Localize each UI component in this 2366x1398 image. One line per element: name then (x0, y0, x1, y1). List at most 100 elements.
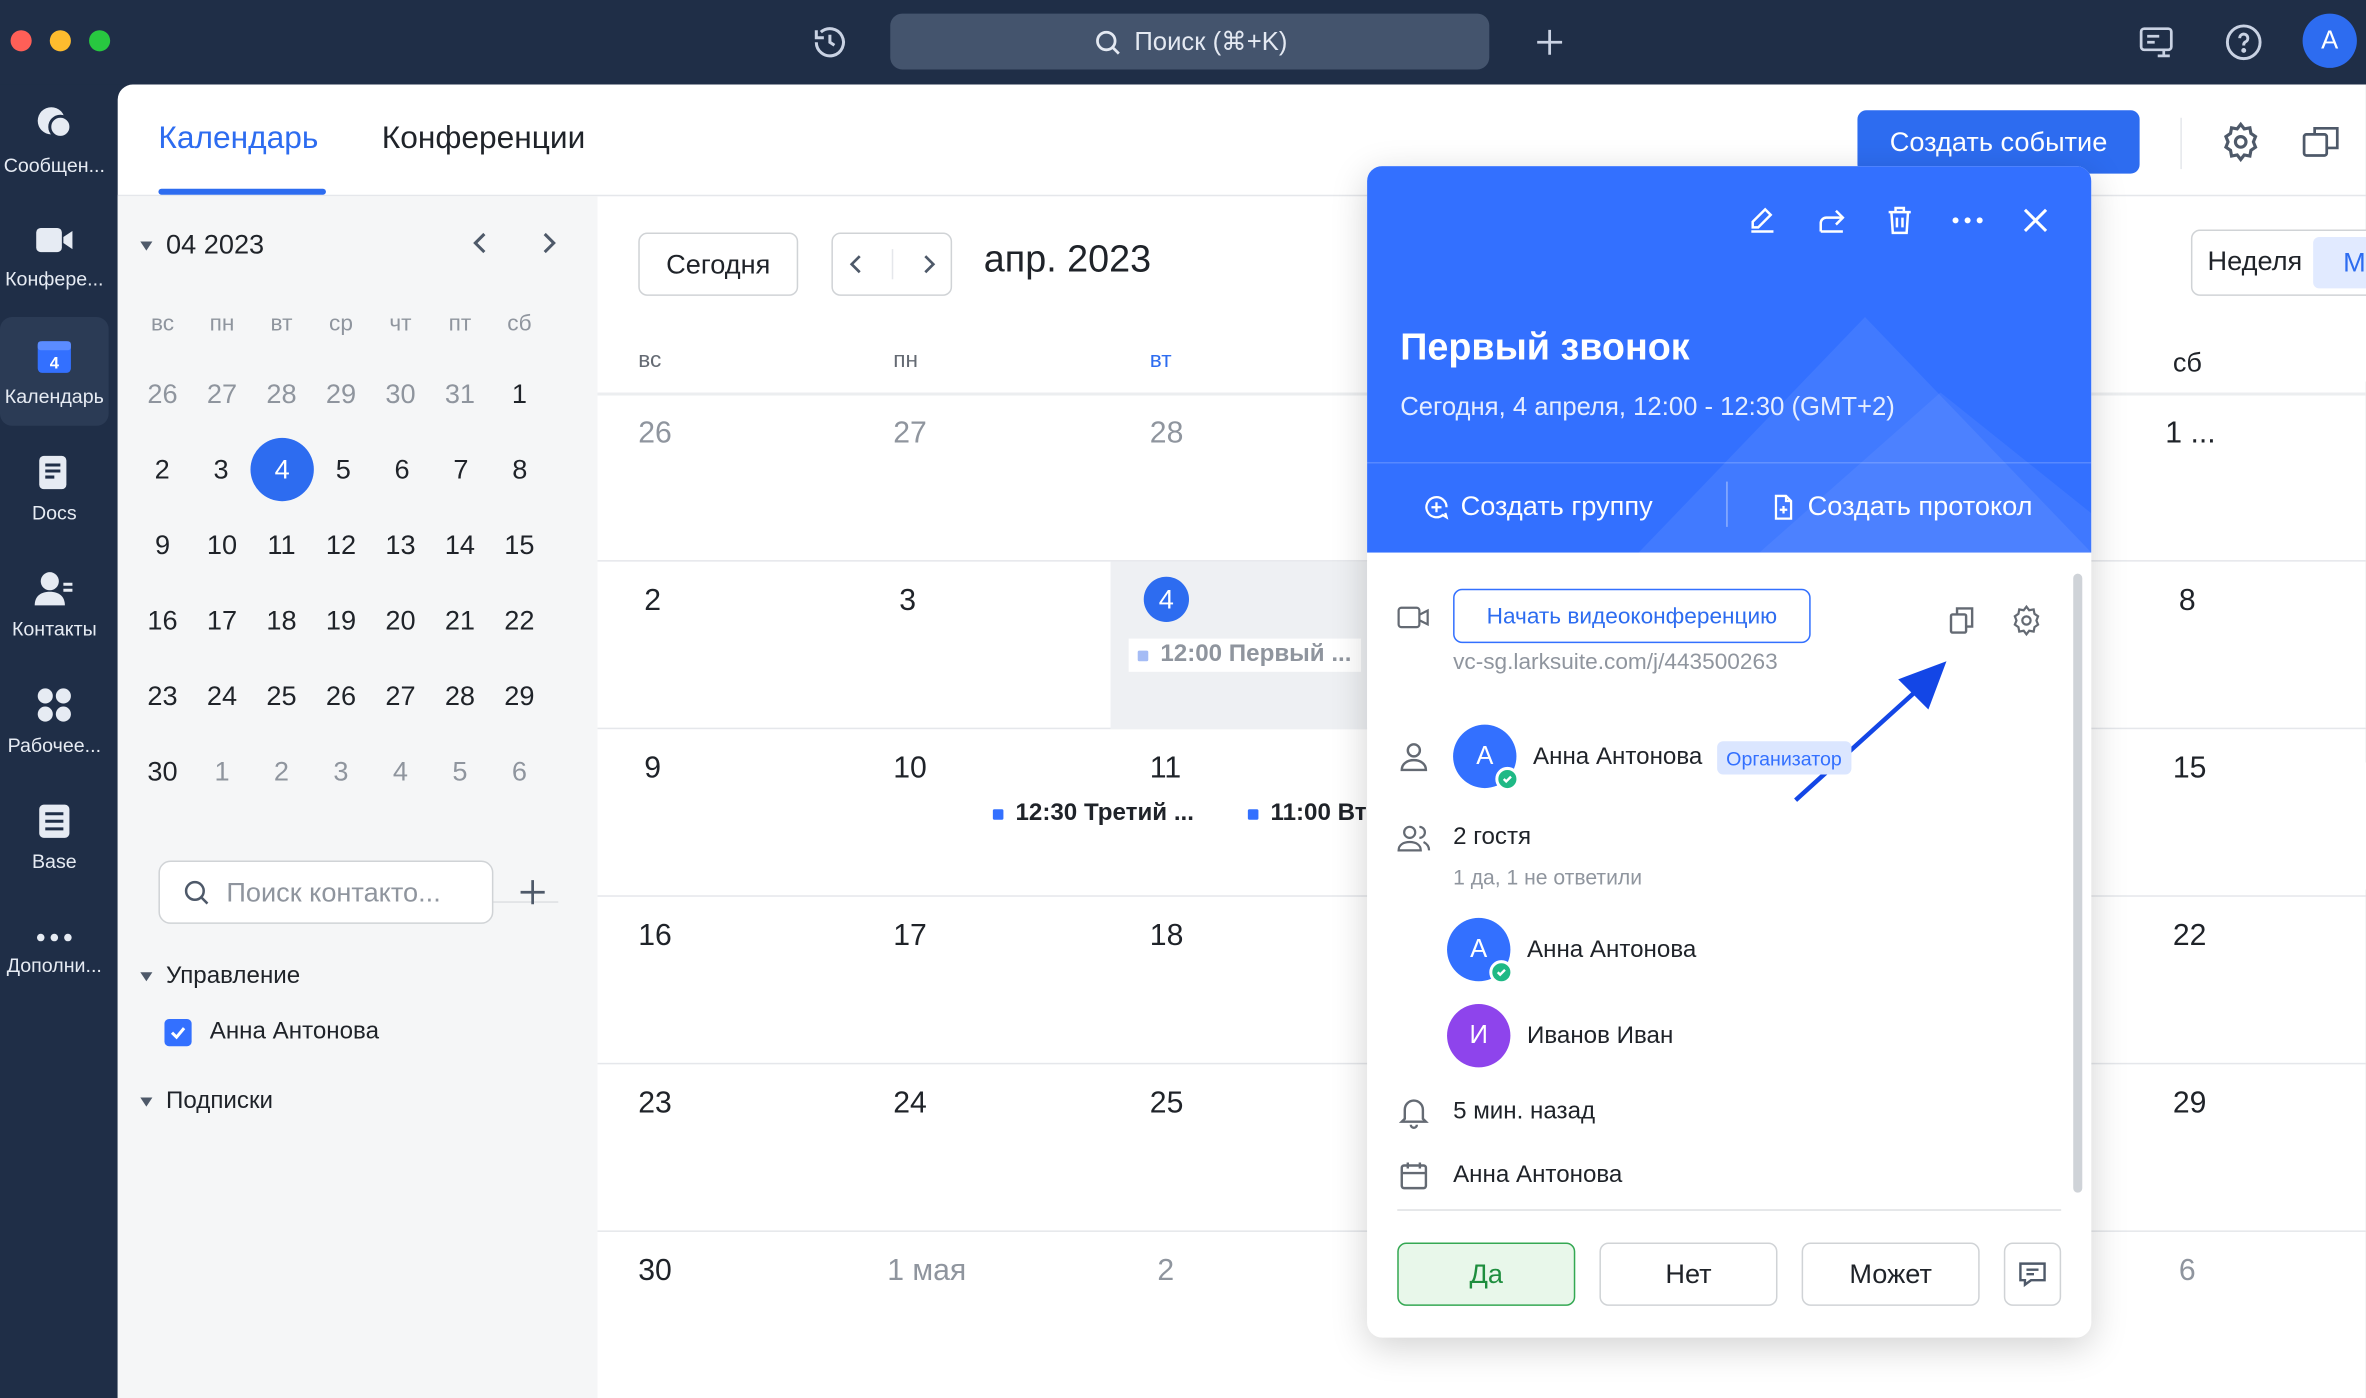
more-options-icon[interactable] (1946, 199, 1988, 241)
day-number[interactable]: 9 (644, 752, 661, 787)
my-calendar-item[interactable]: Анна Антонова (164, 1019, 379, 1047)
mini-calendar-header[interactable]: 04 2023 (139, 229, 264, 261)
maximize-window-button[interactable] (89, 30, 111, 52)
create-event-button[interactable]: Создать событие (1857, 110, 2140, 174)
view-week-tab[interactable]: Неделя (2208, 246, 2303, 278)
rsvp-comment-button[interactable] (2003, 1242, 2062, 1306)
mini-day[interactable]: 29 (311, 378, 370, 410)
mini-day[interactable]: 19 (311, 605, 370, 637)
open-window-icon[interactable] (2301, 124, 2340, 168)
mini-day[interactable]: 11 (252, 529, 311, 561)
edit-icon[interactable] (1741, 199, 1783, 241)
guests-count[interactable]: 2 гостя (1453, 824, 1531, 851)
help-icon[interactable] (2220, 18, 2268, 66)
day-number[interactable]: 1 мая (887, 1255, 966, 1290)
copy-link-icon[interactable] (1946, 605, 1976, 643)
day-number[interactable]: 25 (1150, 1087, 1184, 1122)
mini-day[interactable]: 4 (371, 756, 430, 788)
mini-calendar-prev-button[interactable] (468, 229, 495, 264)
chevron-left-icon[interactable] (844, 252, 868, 276)
day-number[interactable]: 2 (1157, 1255, 1174, 1290)
day-number[interactable]: 15 (2173, 752, 2207, 787)
mini-day[interactable]: 1 (490, 378, 549, 410)
day-number[interactable]: 24 (893, 1087, 927, 1122)
day-number[interactable]: 10 (893, 752, 927, 787)
chevron-right-icon[interactable] (915, 252, 939, 276)
mini-day[interactable]: 1 (192, 756, 251, 788)
mini-day[interactable]: 24 (192, 680, 251, 712)
mini-day[interactable]: 30 (133, 756, 192, 788)
user-avatar[interactable]: А (2302, 13, 2357, 68)
contact-search-input[interactable]: Поиск контакто... (158, 860, 494, 924)
day-number[interactable]: 26 (638, 417, 672, 452)
mini-day[interactable]: 15 (490, 529, 549, 561)
organizer-avatar[interactable]: А (1453, 724, 1520, 792)
mini-calendar-next-button[interactable] (534, 229, 561, 264)
mini-day[interactable]: 30 (371, 378, 430, 410)
calendar-event[interactable]: 12:00 Первый ... (1128, 638, 1361, 672)
my-calendar-checkbox[interactable] (164, 1019, 192, 1047)
view-month-tab[interactable]: Месяц (2313, 237, 2366, 289)
guest-avatar[interactable]: А (1447, 917, 1514, 985)
video-conference-link[interactable]: vc-sg.larksuite.com/j/443500263 (1453, 649, 1778, 675)
day-number[interactable]: 6 (2179, 1255, 2196, 1290)
mini-day[interactable]: 13 (371, 529, 430, 561)
day-number[interactable]: 1 ... (2165, 417, 2215, 452)
mini-day[interactable]: 29 (490, 680, 549, 712)
day-number[interactable]: 17 (893, 919, 927, 954)
minimize-window-button[interactable] (49, 30, 71, 52)
mini-day[interactable]: 16 (133, 605, 192, 637)
subscriptions-section-toggle[interactable]: Подписки (139, 1088, 273, 1115)
create-group-button[interactable]: Создать группу (1421, 491, 1653, 523)
create-minutes-button[interactable]: Создать протокол (1768, 491, 2033, 523)
mini-day[interactable]: 8 (490, 454, 549, 486)
day-number[interactable]: 2 (644, 584, 661, 619)
popup-scrollbar[interactable] (2073, 573, 2083, 1193)
mini-day[interactable]: 22 (490, 605, 549, 637)
nav-calendar[interactable]: 4 Календарь (0, 317, 109, 426)
mini-day[interactable]: 23 (133, 680, 192, 712)
mini-day[interactable]: 17 (192, 605, 251, 637)
mini-day[interactable]: 5 (314, 454, 373, 486)
day-number[interactable]: 28 (1150, 417, 1184, 452)
mini-day[interactable]: 5 (430, 756, 489, 788)
mini-day[interactable]: 28 (430, 680, 489, 712)
rsvp-maybe-button[interactable]: Может (1801, 1242, 1980, 1306)
add-icon[interactable] (1525, 18, 1573, 66)
history-icon[interactable] (806, 18, 854, 66)
day-number[interactable]: 29 (2173, 1087, 2207, 1122)
day-number[interactable]: 3 (899, 584, 916, 619)
nav-more[interactable]: Дополни... (0, 898, 109, 1007)
nav-docs[interactable]: Docs (0, 433, 109, 542)
tab-calendar[interactable]: Календарь (158, 121, 318, 157)
guest-avatar[interactable]: И (1447, 1003, 1511, 1068)
mini-day[interactable]: 27 (192, 378, 251, 410)
start-video-conference-button[interactable]: Начать видеоконференцию (1453, 588, 1811, 644)
tab-conferences[interactable]: Конференции (382, 121, 586, 157)
day-number[interactable]: 16 (638, 919, 672, 954)
day-number[interactable]: 18 (1150, 919, 1184, 954)
global-search[interactable]: Поиск (⌘+K) (890, 13, 1490, 70)
mini-day[interactable]: 10 (192, 529, 251, 561)
today-day-number[interactable]: 4 (1143, 576, 1190, 622)
calendar-event[interactable]: 12:30 Третий ... (992, 800, 1194, 827)
day-number[interactable]: 27 (893, 417, 927, 452)
close-window-button[interactable] (10, 30, 32, 52)
day-number[interactable]: 22 (2173, 919, 2207, 954)
mini-day[interactable]: 2 (252, 756, 311, 788)
mini-day[interactable]: 14 (430, 529, 489, 561)
nav-workspace[interactable]: Рабочее... (0, 666, 109, 775)
mini-day[interactable]: 18 (252, 605, 311, 637)
settings-gear-icon[interactable] (2220, 121, 2262, 171)
day-number[interactable]: 30 (638, 1255, 672, 1290)
share-icon[interactable] (1811, 199, 1853, 241)
mini-day[interactable]: 27 (371, 680, 430, 712)
mini-day[interactable]: 26 (311, 680, 370, 712)
rsvp-yes-button[interactable]: Да (1397, 1242, 1576, 1306)
nav-base[interactable]: Base (0, 782, 109, 891)
mini-day[interactable]: 7 (432, 454, 491, 486)
today-button[interactable]: Сегодня (638, 232, 799, 296)
mini-day[interactable]: 21 (430, 605, 489, 637)
delete-icon[interactable] (1879, 199, 1921, 241)
day-number[interactable]: 8 (2179, 584, 2196, 619)
